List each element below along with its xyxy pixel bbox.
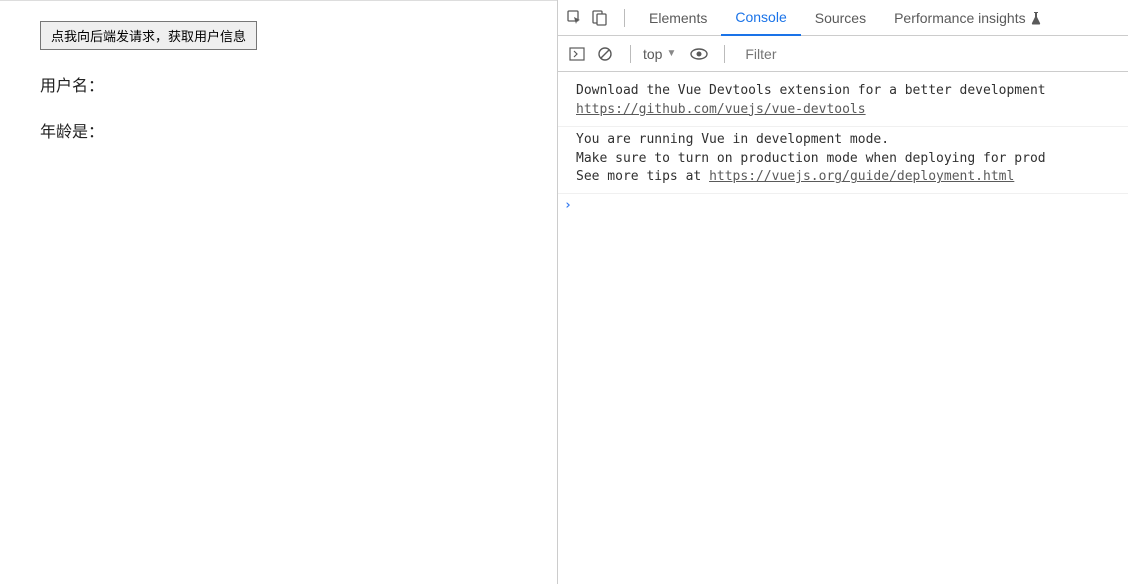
chevron-down-icon: ▼ bbox=[666, 48, 676, 59]
console-toolbar: top ▼ bbox=[558, 36, 1128, 72]
flask-icon bbox=[1030, 11, 1042, 25]
devtools-tabs: Elements Console Sources Performance ins… bbox=[558, 0, 1128, 36]
console-text: See more tips at bbox=[576, 169, 709, 184]
console-message: You are running Vue in development mode.… bbox=[558, 127, 1128, 195]
inspect-element-icon[interactable] bbox=[566, 9, 584, 27]
live-expression-icon[interactable] bbox=[688, 43, 710, 65]
device-toggle-icon[interactable] bbox=[590, 9, 608, 27]
context-label: top bbox=[643, 46, 662, 62]
separator bbox=[624, 9, 625, 27]
fetch-user-button[interactable]: 点我向后端发请求，获取用户信息 bbox=[40, 21, 257, 50]
console-output: Download the Vue Devtools extension for … bbox=[558, 72, 1128, 584]
console-text: Download the Vue Devtools extension for … bbox=[576, 83, 1046, 98]
username-label: 用户名： bbox=[40, 72, 557, 96]
tab-elements[interactable]: Elements bbox=[635, 0, 721, 36]
console-message: Download the Vue Devtools extension for … bbox=[558, 78, 1128, 127]
tab-sources[interactable]: Sources bbox=[801, 0, 880, 36]
age-label: 年龄是： bbox=[40, 118, 557, 142]
console-text: You are running Vue in development mode. bbox=[576, 132, 889, 147]
console-link[interactable]: https://vuejs.org/guide/deployment.html bbox=[709, 169, 1014, 184]
filter-input[interactable] bbox=[737, 42, 1120, 66]
tab-console[interactable]: Console bbox=[721, 0, 800, 36]
context-selector[interactable]: top ▼ bbox=[639, 46, 680, 62]
tab-performance-insights[interactable]: Performance insights bbox=[880, 0, 1056, 36]
console-prompt[interactable]: › bbox=[558, 194, 1128, 213]
clear-console-icon[interactable] bbox=[594, 43, 616, 65]
devtools-panel: Elements Console Sources Performance ins… bbox=[557, 0, 1128, 584]
separator bbox=[724, 45, 725, 63]
separator bbox=[630, 45, 631, 63]
sidebar-toggle-icon[interactable] bbox=[566, 43, 588, 65]
console-text: Make sure to turn on production mode whe… bbox=[576, 151, 1046, 166]
console-link[interactable]: https://github.com/vuejs/vue-devtools bbox=[576, 102, 866, 117]
page-content: 点我向后端发请求，获取用户信息 用户名： 年龄是： bbox=[0, 0, 557, 584]
tab-performance-insights-label: Performance insights bbox=[894, 10, 1026, 26]
